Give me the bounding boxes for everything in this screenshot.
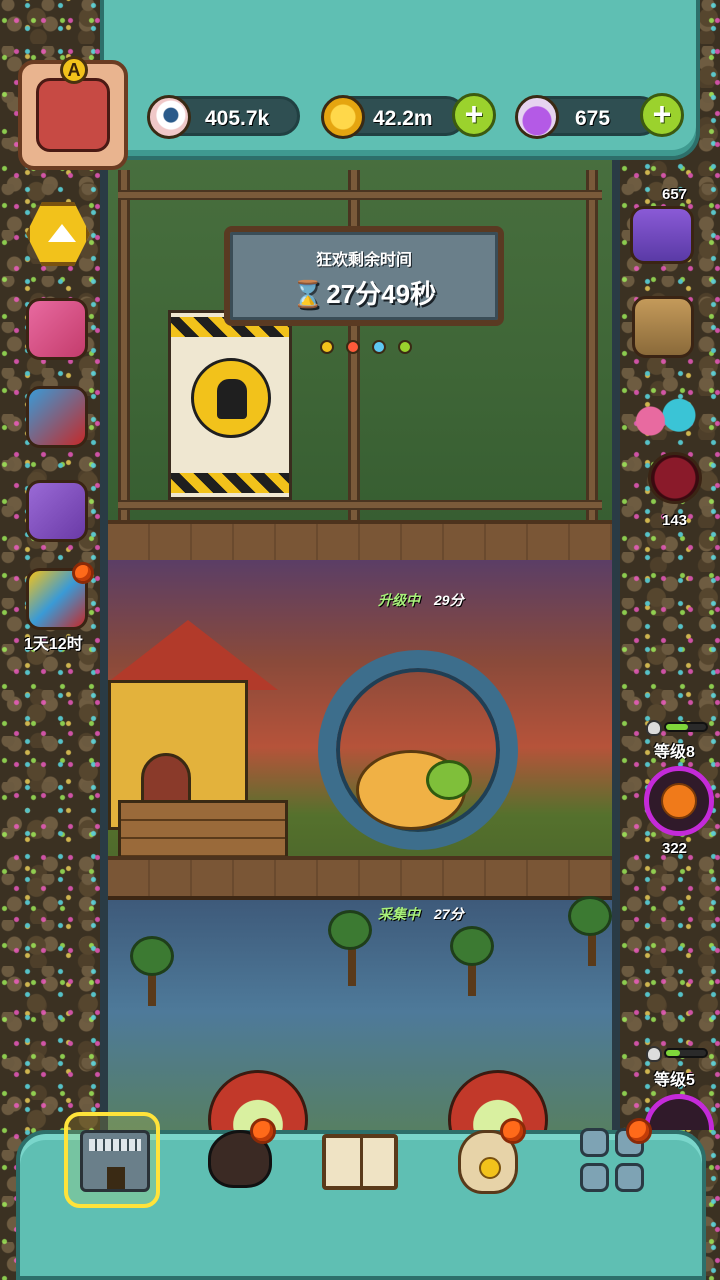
floor-1-time: 29分 xyxy=(434,592,464,608)
timed-gift-notification-dot xyxy=(72,562,94,584)
floor-2-time: 27分 xyxy=(434,906,464,922)
nav-codex-button[interactable] xyxy=(312,1112,408,1208)
tangerine-icon xyxy=(661,783,697,819)
eyeball-icon xyxy=(147,95,191,139)
coins-counter[interactable]: 42.2m xyxy=(321,95,466,139)
skull-icon xyxy=(646,720,662,736)
producer-2-level-bar xyxy=(664,1048,708,1058)
pomegranate-item-button[interactable] xyxy=(648,452,702,504)
producer-1-button[interactable] xyxy=(644,766,714,836)
avatar-portrait xyxy=(36,78,110,152)
nav-bag-notification-dot xyxy=(500,1118,526,1144)
scaffold-beam xyxy=(118,500,602,510)
chevron-up-icon xyxy=(48,224,76,242)
producer-1-level-fill xyxy=(666,724,688,730)
purple-potion-icon xyxy=(515,95,559,139)
potion-value: 675 xyxy=(575,107,611,130)
tree xyxy=(568,896,612,936)
monster-eggs-button[interactable] xyxy=(630,392,698,450)
clover-leaf xyxy=(426,760,472,800)
video-reward-button[interactable] xyxy=(630,206,694,264)
light-bulb xyxy=(346,340,360,354)
add-coins-button[interactable]: + xyxy=(452,93,496,137)
scaffold-beam xyxy=(118,190,602,200)
floor-hamster-wheel[interactable] xyxy=(108,560,612,902)
light-bulb xyxy=(372,340,386,354)
gift-box-button[interactable] xyxy=(26,298,88,360)
nav-monsters-notification-dot xyxy=(250,1118,276,1144)
nav-shop-button[interactable] xyxy=(64,1112,160,1208)
cards-button[interactable] xyxy=(26,480,88,542)
skull-icon xyxy=(646,1046,662,1062)
floor-1-status: 升级中 29分 xyxy=(378,590,464,610)
book-icon xyxy=(322,1134,398,1190)
event-title: 狂欢剩余时间 xyxy=(315,252,412,269)
floor-deck xyxy=(108,856,612,902)
coins-value: 42.2m xyxy=(373,107,433,130)
floor-1-state: 升级中 xyxy=(378,592,420,608)
event-timer-row: ⌛27分49秒 xyxy=(230,274,498,311)
floor-2-status: 采集中 27分 xyxy=(378,904,464,924)
eyes-counter[interactable]: 405.7k xyxy=(147,95,300,139)
tree xyxy=(450,926,494,966)
hourglass-icon: ⌛ xyxy=(291,279,325,309)
shop-icon xyxy=(80,1130,150,1192)
producer-1-level-bar xyxy=(664,722,708,732)
light-bulb xyxy=(320,340,334,354)
producer-1-count: 322 xyxy=(662,840,688,857)
tree xyxy=(328,910,372,950)
scaffold-post xyxy=(586,170,598,520)
floor-construction[interactable] xyxy=(108,130,612,566)
light-bulb xyxy=(398,340,412,354)
top-resource-bar xyxy=(100,0,700,160)
nav-menu-notification-dot xyxy=(626,1118,652,1144)
event-timer: 27分49秒 xyxy=(326,279,437,309)
producer-2-level: 等级5 xyxy=(654,1072,695,1089)
warning-poster xyxy=(168,310,292,500)
video-reward-count: 657 xyxy=(662,186,688,203)
player-avatar[interactable]: A xyxy=(18,56,128,170)
fruit-chest-button[interactable] xyxy=(26,386,88,448)
pomegranate-item-count: 143 xyxy=(662,512,688,529)
scaffold-post xyxy=(118,170,130,520)
add-potion-button[interactable]: + xyxy=(640,93,684,137)
producer-1-level: 等级8 xyxy=(654,744,695,761)
tree xyxy=(130,936,174,976)
player-grade-badge: A xyxy=(60,56,88,84)
eyes-value: 405.7k xyxy=(205,107,270,130)
potion-counter[interactable]: 675 xyxy=(515,95,660,139)
timed-gift-countdown: 1天12时 xyxy=(24,636,83,653)
carnival-event-sign[interactable]: 狂欢剩余时间 ⌛27分49秒 xyxy=(224,226,504,326)
producer-2-level-fill xyxy=(666,1050,680,1056)
floor-2-state: 采集中 xyxy=(378,906,420,922)
backpack-button[interactable] xyxy=(632,296,694,358)
gold-coin-icon xyxy=(321,95,365,139)
